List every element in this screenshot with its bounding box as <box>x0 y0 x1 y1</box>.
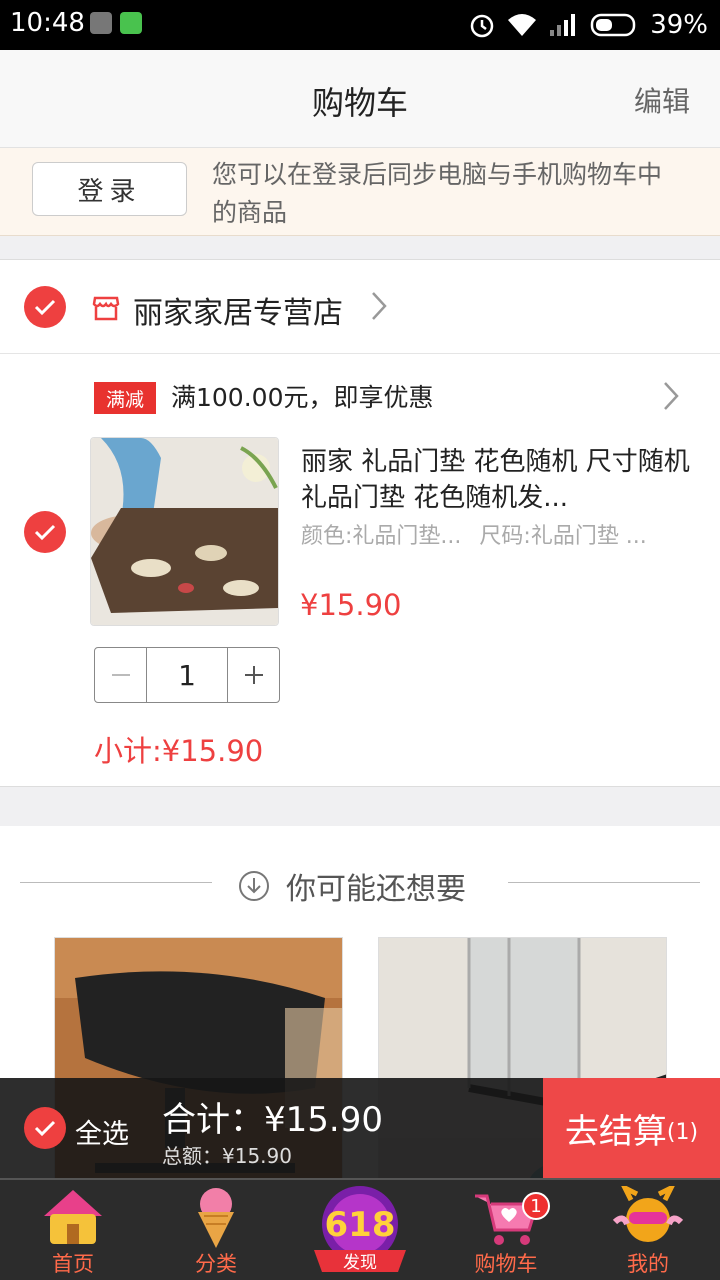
cart-badge: 1 <box>522 1192 550 1220</box>
tab-category-label: 分类 <box>195 1252 237 1276</box>
quantity-decrease-button[interactable] <box>95 648 146 702</box>
tab-cart-label: 购物车 <box>474 1252 538 1276</box>
doormat-photo <box>91 438 278 625</box>
promo-text[interactable]: 满100.00元，即享优惠 <box>171 378 433 414</box>
tab-cart[interactable]: 1 购物车 <box>446 1180 566 1280</box>
notification-app-icon <box>90 12 112 34</box>
status-bar: 10:48 39% <box>0 0 720 50</box>
wifi-icon <box>508 14 537 36</box>
quantity-value[interactable]: 1 <box>146 648 228 702</box>
product-title[interactable]: 丽家 礼品门垫 花色随机 尺寸随机 礼品门垫 花色随机发... <box>301 444 696 516</box>
item-select-checkbox[interactable] <box>24 511 66 553</box>
item-subtotal: 小计:¥15.90 <box>94 734 264 768</box>
icecream-icon <box>198 1188 234 1248</box>
store-icon <box>92 296 120 321</box>
store-select-checkbox[interactable] <box>24 286 66 328</box>
mascot-icon <box>612 1186 684 1242</box>
status-time: 10:48 <box>10 8 85 38</box>
tab-mine[interactable]: 我的 <box>588 1180 708 1280</box>
discover-label: 发现 <box>343 1253 377 1273</box>
plus-icon <box>244 666 263 684</box>
minus-icon <box>111 674 130 676</box>
chevron-right-icon <box>372 292 387 320</box>
cart-total: 合计：¥15.90 <box>162 1100 383 1140</box>
page-title: 购物车 <box>311 84 408 122</box>
signal-icon <box>550 14 576 36</box>
checkout-button-label: 去结算 <box>564 1111 667 1152</box>
battery-percent: 39% <box>650 10 708 40</box>
store-header[interactable]: 丽家家居专营店 <box>0 260 720 354</box>
recommendation-header: 你可能还想要 <box>238 864 466 908</box>
edit-button[interactable]: 编辑 <box>634 80 690 120</box>
check-icon <box>34 299 56 316</box>
product-specs: 颜色:礼品门垫... 尺码:礼品门垫 ... <box>301 518 696 550</box>
alarm-icon <box>470 14 494 38</box>
divider <box>508 882 700 883</box>
login-banner: 登录 您可以在登录后同步电脑与手机购物车中的商品 <box>0 148 720 236</box>
login-message: 您可以在登录后同步电脑与手机购物车中的商品 <box>212 160 663 227</box>
select-all-label[interactable]: 全选 <box>75 1112 129 1151</box>
recommendation-title: 你可能还想要 <box>286 872 466 907</box>
product-price: ¥15.90 <box>300 588 402 622</box>
618-discover-icon: 618 发现 <box>314 1186 406 1273</box>
login-button[interactable]: 登录 <box>32 162 187 216</box>
tab-mine-label: 我的 <box>627 1252 669 1276</box>
618-label: 618 <box>325 1205 396 1245</box>
navigation-bar: 购物车 编辑 <box>0 50 720 148</box>
bottom-tab-bar: 首页 分类 618 发现 1 购物车 我的 <box>0 1178 720 1280</box>
checkout-button-count: (1) <box>666 1119 699 1145</box>
checkout-button[interactable]: 去结算 (1) <box>543 1078 720 1178</box>
store-name[interactable]: 丽家家居专营店 <box>133 288 343 332</box>
tab-category[interactable]: 分类 <box>156 1180 276 1280</box>
checkout-summary: 全选 合计：¥15.90 总额：¥15.90 <box>0 1078 543 1178</box>
tab-discover[interactable]: 618 发现 <box>300 1180 420 1280</box>
chevron-right-icon[interactable] <box>662 380 680 412</box>
check-icon <box>34 524 56 541</box>
quantity-increase-button[interactable] <box>228 648 279 702</box>
product-image[interactable] <box>90 437 279 626</box>
product-color-spec: 颜色:礼品门垫... <box>301 524 462 549</box>
tab-home[interactable]: 首页 <box>13 1180 133 1280</box>
home-house-icon <box>44 1190 102 1244</box>
cart-store-card: 丽家家居专营店 满减 满100.00元，即享优惠 丽家 礼品门垫 花色随机 尺寸… <box>0 259 720 787</box>
cart-sum: 总额：¥15.90 <box>162 1144 292 1168</box>
select-all-checkbox[interactable] <box>24 1107 66 1149</box>
promo-tag: 满减 <box>94 382 156 414</box>
product-size-spec: 尺码:礼品门垫 ... <box>479 524 647 549</box>
divider <box>20 882 212 883</box>
check-icon <box>34 1120 56 1137</box>
notification-app-icon <box>120 12 142 34</box>
arrow-down-circle-icon <box>239 871 269 901</box>
quantity-stepper: 1 <box>94 647 280 703</box>
battery-icon <box>590 13 636 37</box>
checkout-bar: 全选 合计：¥15.90 总额：¥15.90 去结算 (1) <box>0 1078 720 1178</box>
tab-home-label: 首页 <box>52 1252 94 1276</box>
